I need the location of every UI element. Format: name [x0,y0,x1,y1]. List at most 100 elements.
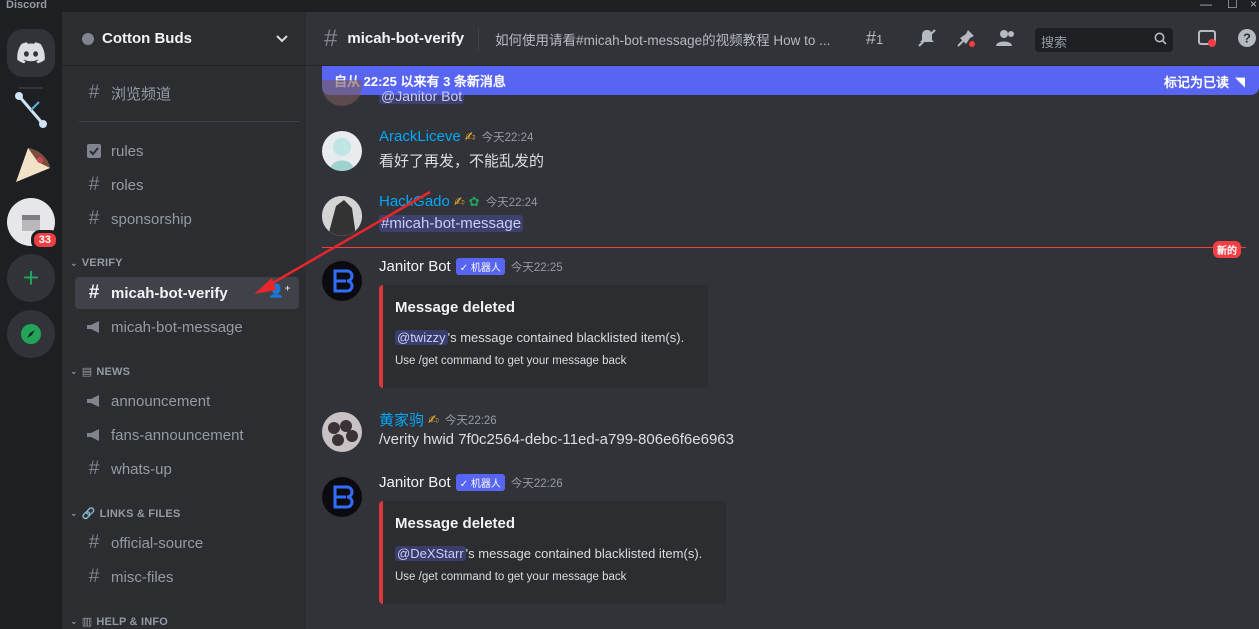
channel-label: misc-files [111,568,174,586]
channel-announcement[interactable]: announcement [75,385,299,417]
channel-label: micah-bot-message [111,318,243,336]
title-bar: Discord — ☐ × [0,0,1259,12]
plant-icon: ✿ [468,193,480,209]
crepe-server-icon [16,148,50,182]
threads-icon[interactable]: #1 [866,28,883,49]
channel-label: announcement [111,392,211,410]
announcement-icon [85,394,103,408]
user-mention[interactable]: @twizzy [395,330,448,345]
search-placeholder: 搜索 [1041,35,1068,50]
category-links-files[interactable]: ⌄ 🔗 LINKS & FILES [70,507,181,521]
embed-title: Message deleted [395,299,516,316]
embed-title: Message deleted [395,515,516,532]
channel-label: sponsorship [111,210,192,228]
browse-channels[interactable]: # 浏览频道 [75,77,299,109]
channel-official-source[interactable]: # official-source [75,527,299,559]
username[interactable]: ArackLiceve [379,128,461,145]
minimize-icon[interactable]: — [1200,0,1212,11]
channel-sidebar: Cotton Buds # 浏览频道 rules # roles # spons… [62,12,306,629]
embed: Message deleted @DeXStarr's message cont… [379,501,726,604]
channel-label: rules [111,142,144,160]
caret-down-icon: ⌄ [70,257,78,268]
explore-servers-button[interactable] [7,310,55,358]
timestamp: 今天22:24 [481,131,534,144]
search-icon [1154,32,1167,48]
category-verify[interactable]: ⌄ VERIFY [70,257,123,269]
username[interactable]: 黄家驹 [379,409,424,430]
mark-read-icon: ◥ [1235,73,1245,89]
embed-description-text: 's message contained blacklisted item(s)… [465,546,703,561]
channel-misc-files[interactable]: # misc-files [75,561,299,593]
help-icon[interactable]: ? [1237,28,1257,53]
server-rail: 33 + [0,12,62,629]
username[interactable]: Janitor Bot [379,474,451,491]
svg-text:?: ? [1243,31,1251,46]
user-mention[interactable]: @DeXStarr [395,546,466,561]
discord-home-button[interactable] [7,29,55,77]
newspaper-icon: ▤ [81,366,93,378]
maximize-icon[interactable]: ☐ [1227,0,1238,11]
channel-whats-up[interactable]: # whats-up [75,453,299,485]
chevron-down-icon [276,35,288,43]
embed-footer: Use /get command to get your message bac… [395,355,627,367]
avatar[interactable] [322,131,362,171]
mark-as-read-label: 标记为已读 [1163,75,1229,90]
mark-as-read-button[interactable]: 标记为已读 ◥ [1164,72,1245,91]
channel-topic[interactable]: 如何使用请看#micah-bot-message的视频教程 How to ... [495,29,845,49]
announcement-icon [85,320,103,334]
hash-icon: # [88,566,100,587]
channel-micah-bot-message[interactable]: micah-bot-message [75,311,299,343]
embed: Message deleted @twizzy's message contai… [379,285,708,388]
category-help-info[interactable]: ⌄ ▥ HELP & INFO [70,615,169,629]
channel-fans-announcement[interactable]: fans-announcement [75,419,299,451]
rules-icon [85,143,103,159]
chat-header: # micah-bot-verify 如何使用请看#micah-bot-mess… [306,12,1259,66]
timestamp: 今天22:26 [510,477,563,490]
hash-icon: # [88,208,100,229]
hash-icon: # [88,174,100,195]
new-messages-divider [322,247,1246,248]
role-flair-icon: ✍ [464,128,476,144]
inbox-icon[interactable] [1197,28,1217,53]
hash-icon: # [88,282,100,303]
partial-mention: @Janitor Bot [379,88,465,104]
avatar[interactable] [322,477,362,517]
caret-down-icon: ⌄ [70,366,78,376]
browse-icon: # [88,82,100,103]
category-news[interactable]: ⌄ ▤ NEWS [70,365,131,379]
bot-tag: ✓ 机器人 [455,474,505,491]
sidebar-divider [79,121,299,122]
discord-logo-icon [17,42,45,64]
mute-bell-icon[interactable] [917,28,937,53]
embed-description-text: 's message contained blacklisted item(s)… [447,330,685,345]
role-flair-icon: ✍ [453,193,465,209]
app-title: Discord [6,0,47,11]
role-flair-icon: ✍ [428,411,439,427]
message-text: /verity hwid 7f0c2564-debc-11ed-a799-806… [379,431,734,448]
guild-header[interactable]: Cotton Buds [62,12,306,66]
server-icon-cotton-buds[interactable]: 33 [7,198,59,250]
close-icon[interactable]: × [1250,0,1257,11]
search-input[interactable]: 搜索 [1035,28,1173,52]
guild-icon [82,32,94,45]
channel-label: official-source [111,534,204,552]
channel-title: micah-bot-verify [347,30,465,47]
category-label: LINKS & FILES [99,507,181,520]
channel-label: fans-announcement [111,426,244,444]
channel-rules[interactable]: rules [75,135,299,167]
member-list-icon[interactable] [996,28,1018,53]
category-label: NEWS [96,365,131,378]
server-icon-2[interactable] [7,141,55,189]
channel-label: micah-bot-verify [111,284,228,302]
hash-icon: # [324,24,338,52]
avatar[interactable] [322,412,362,452]
pin-icon[interactable] [956,28,976,53]
category-label: HELP & INFO [96,615,169,628]
caret-down-icon: ⌄ [70,616,78,626]
add-server-button[interactable]: + [7,254,55,302]
embed-description: @twizzy's message contained blacklisted … [395,330,692,345]
category-label: VERIFY [81,257,123,269]
tool-server-icon [15,92,47,128]
server-icon-1[interactable] [7,86,55,134]
embed-footer: Use /get command to get your message bac… [395,571,627,583]
